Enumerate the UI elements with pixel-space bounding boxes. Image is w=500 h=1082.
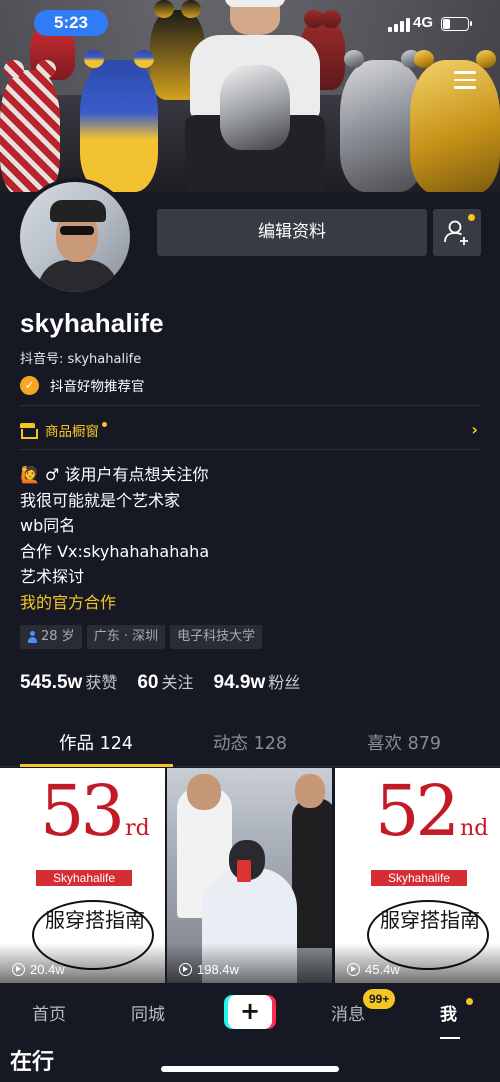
divider bbox=[20, 449, 480, 450]
play-icon bbox=[179, 963, 192, 976]
shop-window-label: 商品橱窗 bbox=[45, 424, 99, 440]
following-count: 60 bbox=[137, 672, 159, 693]
bio-line: 我很可能就是个艺术家 bbox=[20, 490, 181, 510]
bottom-nav: 首页 同城 + 消息 99+ 我 在行 bbox=[0, 983, 500, 1082]
location-tag: 广东 · 深圳 bbox=[86, 625, 166, 649]
plus-icon: + bbox=[228, 995, 272, 1029]
notification-dot bbox=[468, 214, 475, 221]
banner-bear-figure bbox=[0, 60, 60, 192]
tab-likes[interactable]: 喜欢 879 bbox=[321, 721, 487, 767]
age-tag: 28 岁 bbox=[20, 625, 82, 649]
handwritten-text: 服穿搭指南 bbox=[45, 908, 145, 932]
age-label: 28 岁 bbox=[41, 629, 75, 644]
video-thumbnail[interactable]: 198.4w bbox=[167, 768, 332, 983]
messages-badge: 99+ bbox=[363, 989, 396, 1009]
douyin-id: 抖音号: skyhahalife bbox=[20, 352, 142, 367]
create-button[interactable]: + bbox=[224, 995, 276, 1029]
content-tabs: 作品 124 动态 128 喜欢 879 bbox=[0, 721, 500, 767]
bio-line: 艺术探讨 bbox=[20, 567, 85, 586]
play-icon bbox=[347, 963, 360, 976]
verified-row: ✓ 抖音好物推荐官 bbox=[20, 374, 145, 396]
bio-line: 合作 Vx:skyhahahahaha bbox=[20, 541, 210, 561]
followers-stat[interactable]: 94.9w 粉丝 bbox=[214, 669, 301, 694]
view-count-value: 20.4w bbox=[30, 962, 65, 977]
person-icon bbox=[27, 631, 38, 643]
username: skyhahalife bbox=[20, 308, 164, 338]
view-count-value: 198.4w bbox=[197, 962, 239, 977]
view-count-value: 45.4w bbox=[365, 962, 400, 977]
nav-me[interactable]: 我 bbox=[440, 1000, 457, 1025]
rank-text: 52nd bbox=[375, 770, 489, 852]
bio-line: 🙋 ♂ 该用户有点想关注你 bbox=[20, 465, 209, 484]
video-grid: 53rd Skyhahalife 服穿搭指南 20.4w 198.4w 52nd… bbox=[0, 768, 500, 983]
home-indicator[interactable] bbox=[161, 1066, 339, 1072]
following-stat[interactable]: 60 关注 bbox=[137, 669, 193, 694]
official-cooperation-link[interactable]: 我的官方合作 bbox=[20, 589, 209, 615]
active-tab-indicator bbox=[20, 764, 173, 767]
brand-label: Skyhahalife bbox=[36, 870, 132, 886]
followers-label: 粉丝 bbox=[268, 673, 301, 692]
add-friend-button[interactable] bbox=[433, 209, 481, 256]
network-type: 4G bbox=[413, 14, 434, 31]
nav-messages[interactable]: 消息 bbox=[331, 1000, 365, 1025]
avatar[interactable] bbox=[16, 178, 134, 296]
view-count: 198.4w bbox=[179, 962, 239, 977]
bio-line: wb同名 bbox=[20, 516, 76, 535]
profile-stats: 545.5w 获赞 60 关注 94.9w 粉丝 bbox=[20, 669, 320, 694]
chevron-right-icon: › bbox=[471, 420, 478, 439]
tab-activity[interactable]: 动态 128 bbox=[167, 721, 333, 767]
me-notification-dot bbox=[466, 998, 473, 1005]
menu-icon[interactable] bbox=[454, 66, 478, 92]
brand-label: Skyhahalife bbox=[371, 870, 467, 886]
battery-icon bbox=[441, 17, 472, 31]
nav-nearby[interactable]: 同城 bbox=[131, 1000, 165, 1025]
verified-label: 抖音好物推荐官 bbox=[50, 379, 145, 395]
verified-check-icon: ✓ bbox=[20, 375, 39, 395]
divider bbox=[20, 405, 480, 406]
likes-label: 获赞 bbox=[85, 673, 118, 692]
likes-stat: 545.5w 获赞 bbox=[20, 669, 117, 694]
bio: 🙋 ♂ 该用户有点想关注你 我很可能就是个艺术家 wb同名 合作 Vx:skyh… bbox=[20, 461, 209, 614]
following-label: 关注 bbox=[161, 673, 194, 692]
tab-works[interactable]: 作品 124 bbox=[13, 721, 179, 767]
avatar-image bbox=[20, 182, 130, 292]
rank-text: 53rd bbox=[40, 770, 150, 852]
video-thumbnail[interactable]: 52nd Skyhahalife 服穿搭指南 45.4w bbox=[335, 768, 500, 983]
play-icon bbox=[12, 963, 25, 976]
school-tag: 电子科技大学 bbox=[170, 625, 263, 649]
active-nav-indicator bbox=[440, 1037, 460, 1039]
shop-icon bbox=[20, 423, 38, 439]
shop-notification-dot bbox=[102, 421, 107, 427]
video-thumbnail[interactable]: 53rd Skyhahalife 服穿搭指南 20.4w bbox=[0, 768, 165, 983]
profile-tags: 28 岁 广东 · 深圳 电子科技大学 bbox=[20, 625, 263, 649]
view-count: 20.4w bbox=[12, 962, 65, 977]
edit-profile-button[interactable]: 编辑资料 bbox=[157, 209, 427, 256]
shop-window-row[interactable]: 商品橱窗 › bbox=[20, 418, 480, 442]
handwritten-text: 服穿搭指南 bbox=[380, 908, 480, 932]
followers-count: 94.9w bbox=[213, 672, 266, 693]
status-bar: 5:23 4G bbox=[0, 0, 500, 46]
signal-icon bbox=[388, 18, 410, 32]
watermark-text: 在行 bbox=[10, 1050, 55, 1075]
nav-home[interactable]: 首页 bbox=[32, 1000, 66, 1025]
banner-bear-figure bbox=[80, 50, 158, 192]
likes-count: 545.5w bbox=[20, 672, 83, 693]
status-time: 5:23 bbox=[34, 10, 108, 36]
view-count: 45.4w bbox=[347, 962, 400, 977]
